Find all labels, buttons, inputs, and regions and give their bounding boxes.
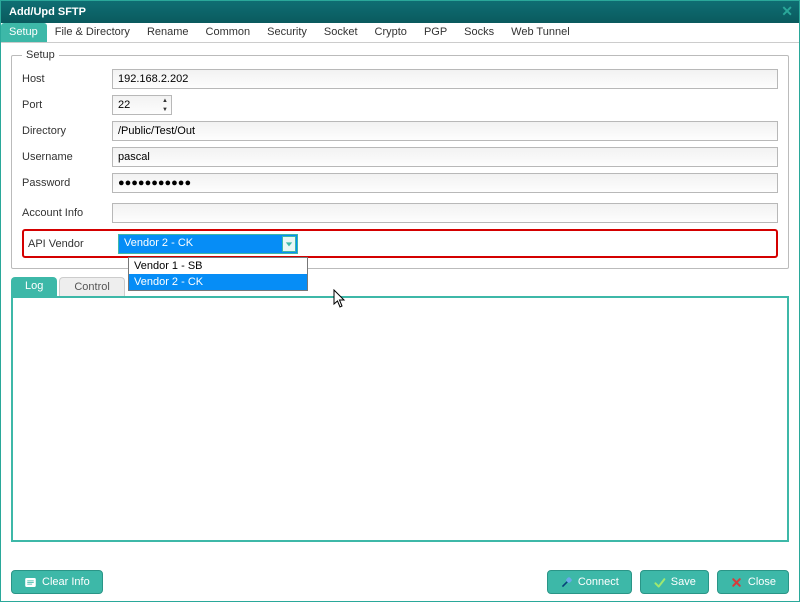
tab-pgp[interactable]: PGP: [416, 23, 456, 42]
check-icon: [653, 576, 666, 589]
setup-fieldset: Setup Host Port ▲ ▼ Directory Username: [11, 49, 789, 269]
account-info-label: Account Info: [22, 207, 112, 219]
log-panel[interactable]: [11, 296, 789, 542]
tab-log[interactable]: Log: [11, 277, 57, 296]
tab-socket[interactable]: Socket: [316, 23, 367, 42]
close-label: Close: [748, 576, 776, 588]
api-vendor-option-1[interactable]: Vendor 2 - CK: [129, 274, 307, 290]
tab-security[interactable]: Security: [259, 23, 316, 42]
host-input[interactable]: [112, 69, 778, 89]
spinner-down-icon[interactable]: ▼: [159, 105, 171, 114]
port-label: Port: [22, 99, 112, 111]
main-tabbar: Setup File & Directory Rename Common Sec…: [1, 23, 799, 43]
directory-input[interactable]: [112, 121, 778, 141]
api-vendor-selected[interactable]: Vendor 2 - CK: [118, 234, 298, 254]
tab-control[interactable]: Control: [59, 277, 124, 296]
tab-crypto[interactable]: Crypto: [367, 23, 416, 42]
password-input[interactable]: [112, 173, 778, 193]
connect-label: Connect: [578, 576, 619, 588]
save-button[interactable]: Save: [640, 570, 709, 594]
port-spinner[interactable]: ▲ ▼: [159, 96, 171, 114]
setup-legend: Setup: [22, 49, 59, 61]
directory-label: Directory: [22, 125, 112, 137]
password-label: Password: [22, 177, 112, 189]
buttonbar: Clear Info Connect Save Close: [1, 567, 799, 597]
api-vendor-highlight-box: API Vendor Vendor 2 - CK Vendor 1 - SB V…: [22, 229, 778, 258]
host-label: Host: [22, 73, 112, 85]
tab-web-tunnel[interactable]: Web Tunnel: [503, 23, 579, 42]
tab-rename[interactable]: Rename: [139, 23, 198, 42]
account-info-input[interactable]: [112, 203, 778, 223]
username-input[interactable]: [112, 147, 778, 167]
api-vendor-label: API Vendor: [28, 238, 118, 250]
tab-socks[interactable]: Socks: [456, 23, 503, 42]
connect-icon: [560, 576, 573, 589]
tab-common[interactable]: Common: [198, 23, 260, 42]
clear-info-label: Clear Info: [42, 576, 90, 588]
api-vendor-dropdown[interactable]: Vendor 1 - SB Vendor 2 - CK: [128, 257, 308, 291]
close-button[interactable]: Close: [717, 570, 789, 594]
clear-info-button[interactable]: Clear Info: [11, 570, 103, 594]
window-title: Add/Upd SFTP: [9, 6, 86, 18]
save-label: Save: [671, 576, 696, 588]
clear-icon: [24, 576, 37, 589]
close-x-icon: [730, 576, 743, 589]
chevron-down-icon[interactable]: [282, 236, 296, 252]
tab-setup[interactable]: Setup: [1, 23, 47, 42]
username-label: Username: [22, 151, 112, 163]
tab-file-directory[interactable]: File & Directory: [47, 23, 139, 42]
connect-button[interactable]: Connect: [547, 570, 632, 594]
api-vendor-combo[interactable]: Vendor 2 - CK: [118, 234, 298, 254]
api-vendor-option-0[interactable]: Vendor 1 - SB: [129, 258, 307, 274]
titlebar: Add/Upd SFTP ✕: [1, 1, 799, 23]
spinner-up-icon[interactable]: ▲: [159, 96, 171, 105]
close-icon[interactable]: ✕: [781, 3, 793, 20]
